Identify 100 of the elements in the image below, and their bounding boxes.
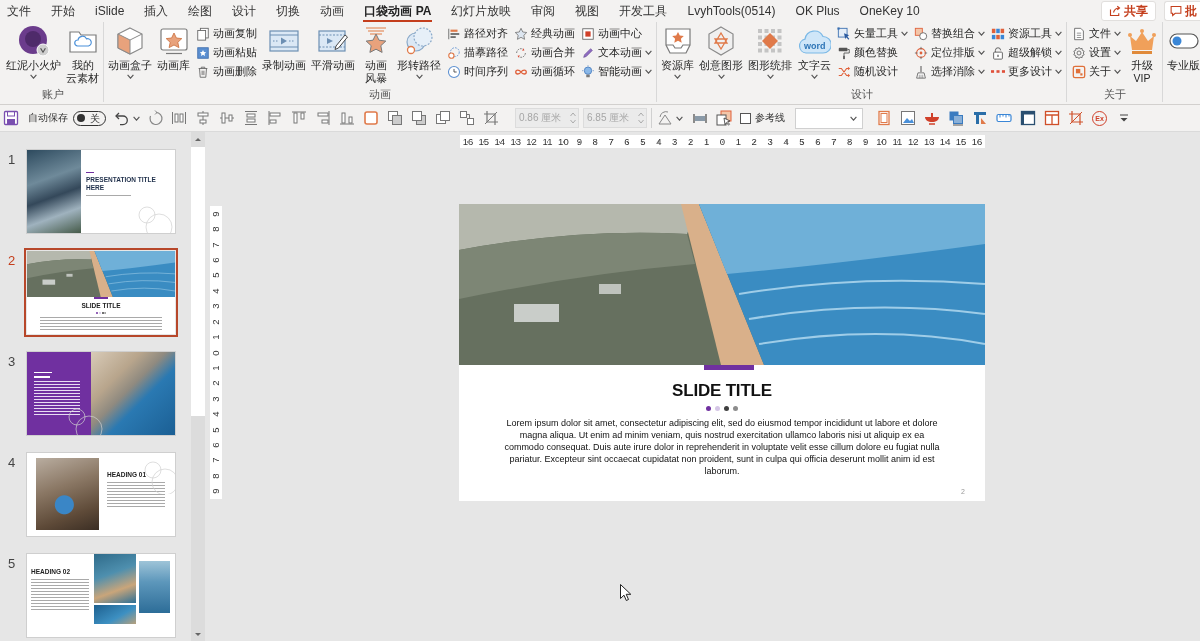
ribbon-button[interactable]: 动画中心 (580, 24, 653, 43)
ribbon-button[interactable]: 动画合并 (513, 43, 576, 62)
crop-icon[interactable] (483, 110, 499, 126)
guides-checkbox[interactable]: 参考线 (740, 111, 785, 125)
ribbon-button[interactable]: 矢量工具 (836, 24, 909, 43)
stacked-squares-icon[interactable] (948, 110, 964, 126)
ribbon-button[interactable]: 超级解锁 (990, 43, 1063, 62)
ribbon-button[interactable]: 经典动画 (513, 24, 576, 43)
caret-icon[interactable] (133, 115, 140, 121)
scrollbar-track[interactable] (191, 132, 205, 641)
ruler-number: 5 (211, 272, 221, 279)
slide-thumbnail[interactable] (27, 352, 175, 435)
ribbon-button[interactable]: 路径对齐 (446, 24, 509, 43)
send-backward-icon[interactable] (411, 110, 427, 126)
undo-icon[interactable] (114, 110, 130, 126)
ribbon-tab[interactable]: 开发工具 (609, 0, 678, 22)
lamp-icon[interactable] (924, 110, 940, 126)
ruler-number: 8 (211, 473, 221, 479)
page-frame-icon[interactable] (876, 110, 892, 126)
scrollbar-thumb[interactable] (191, 147, 205, 416)
ribbon-tab[interactable]: LvyhTools(0514) (677, 0, 786, 22)
ribbon-tab[interactable]: 开始 (41, 0, 85, 22)
ribbon-button[interactable]: 文件 (1071, 24, 1122, 43)
ribbon-button[interactable]: 动画复制 (195, 24, 258, 43)
window-icon[interactable] (1020, 110, 1036, 126)
lock-icon (991, 45, 1005, 60)
ribbon-tab[interactable]: 绘图 (178, 0, 223, 22)
layers-icon[interactable] (435, 110, 451, 126)
ribbon-button[interactable]: 动画 风暴 (359, 24, 393, 85)
ribbon-button[interactable]: 形转路径 (396, 24, 442, 79)
trash-icon (196, 64, 210, 79)
distribute-vertical-icon[interactable] (243, 110, 259, 126)
comments-button[interactable]: 批 (1164, 1, 1200, 21)
ribbon-button[interactable]: 颜色替换 (836, 43, 909, 62)
bring-forward-icon[interactable] (387, 110, 403, 126)
ribbon-button[interactable]: 时间序列 (446, 62, 509, 81)
pen-icon (581, 45, 595, 60)
ribbon-button[interactable]: 资源库 (660, 24, 695, 79)
save-icon[interactable] (3, 110, 19, 126)
crop-icon[interactable] (1068, 110, 1084, 126)
ribbon-button[interactable]: 关于 (1071, 62, 1122, 81)
ruler-number: 7 (831, 135, 837, 148)
ribbon-button[interactable]: 选择消除 (913, 62, 986, 81)
ribbon-button[interactable]: 定位排版 (913, 43, 986, 62)
ribbon-button[interactable]: 智能动画 (580, 62, 653, 81)
ribbon-tab[interactable]: OK Plus (785, 0, 850, 22)
ribbon-button[interactable]: 动画删除 (195, 62, 258, 81)
ruler-number: 1 (703, 135, 710, 148)
caret-icon[interactable] (676, 115, 683, 121)
ribbon-tab[interactable]: OneKey 10 (849, 0, 930, 22)
share-button[interactable]: 共享 (1101, 1, 1156, 21)
ribbon-button[interactable]: 随机设计 (836, 62, 909, 81)
ribbon-tab[interactable]: 切换 (266, 0, 311, 22)
distribute-horizontal-icon[interactable] (171, 110, 187, 126)
rotate-shape-icon[interactable] (657, 110, 673, 126)
ribbon-button[interactable]: 平滑动画 (310, 24, 356, 72)
redo-icon[interactable] (148, 110, 164, 126)
ribbon-button[interactable]: 更多设计 (990, 62, 1063, 81)
group-label: 关于 (1103, 88, 1126, 102)
ruler-number: 0 (211, 349, 221, 356)
align-middle-icon[interactable] (219, 110, 235, 126)
ribbon-button[interactable]: 升级 VIP (1125, 24, 1159, 85)
align-right-icon[interactable] (315, 110, 331, 126)
ribbon-button[interactable]: 描摹路径 (446, 43, 509, 62)
ribbon-tab[interactable]: 幻灯片放映 (441, 0, 522, 22)
ribbon-tab[interactable]: 文件 (0, 0, 41, 22)
ribbon-tab[interactable]: 动画 (310, 0, 355, 22)
ribbon-button[interactable]: 图形统排 (747, 24, 793, 79)
ribbon-button[interactable]: 动画盒子 (107, 24, 153, 79)
group-icon[interactable] (459, 110, 475, 126)
align-center-icon[interactable] (195, 110, 211, 126)
ribbon-tab[interactable]: 插入 (134, 0, 179, 22)
ribbon-button[interactable]: 红泥小火炉 (5, 24, 62, 79)
ribbon-button[interactable]: 专业版 (1166, 24, 1200, 72)
ribbon-button[interactable]: 资源工具 (990, 24, 1063, 43)
align-bottom-icon[interactable] (339, 110, 355, 126)
ribbon-tab[interactable]: iSlide (85, 0, 135, 22)
ribbon-button[interactable]: 动画循环 (513, 62, 576, 81)
ribbon-button[interactable]: 替换组合 (913, 24, 986, 43)
ribbon-button[interactable]: 我的 云素材 (65, 24, 100, 85)
group-label: 设计 (850, 88, 873, 102)
ribbon-button[interactable]: 录制动画 (261, 24, 307, 72)
align-top-icon[interactable] (291, 110, 307, 126)
ribbon-button[interactable]: 创意图形 (698, 24, 744, 79)
ribbon-button[interactable]: 设置 (1071, 43, 1122, 62)
ruler-number: 9 (862, 135, 869, 148)
ribbon-tab[interactable]: 视图 (565, 0, 610, 22)
align-left-icon[interactable] (267, 110, 283, 126)
ribbon-tab[interactable]: 审阅 (521, 0, 566, 22)
ribbon-button[interactable]: 动画库 (156, 24, 191, 72)
ribbon-button[interactable]: 动画粘贴 (195, 43, 258, 62)
ribbon-button[interactable]: 文本动画 (580, 43, 653, 62)
rounded-square-icon[interactable] (363, 110, 379, 126)
select-cursor-icon[interactable] (716, 110, 732, 126)
image-frame-icon[interactable] (900, 110, 916, 126)
ribbon-tab[interactable]: 设计 (222, 0, 267, 22)
ruler-number: 3 (672, 135, 678, 148)
ribbon-button[interactable]: word 文字云 (796, 24, 832, 79)
overflow-caret-icon[interactable] (1119, 113, 1129, 123)
layout-icon[interactable] (1044, 110, 1060, 126)
